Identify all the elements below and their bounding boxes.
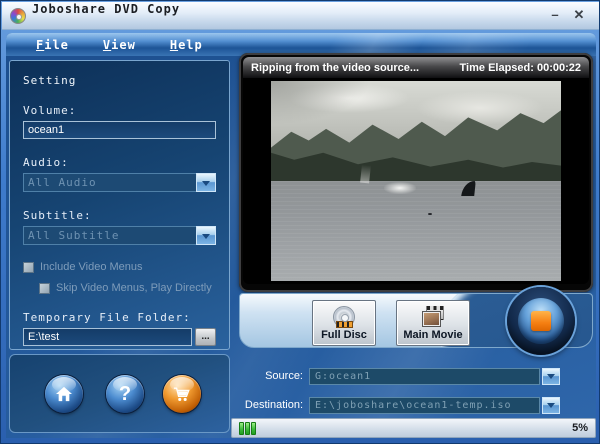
menu-file-mnemonic: F bbox=[36, 37, 45, 52]
title-bar: Joboshare DVD Copy – ✕ bbox=[2, 2, 599, 30]
volume-label: Volume: bbox=[23, 104, 77, 117]
home-button[interactable] bbox=[45, 375, 83, 413]
volume-input[interactable] bbox=[23, 121, 216, 139]
menu-item-view[interactable]: View bbox=[103, 38, 136, 52]
settings-title: Setting bbox=[23, 74, 77, 87]
whale-spout-mist bbox=[359, 164, 371, 184]
progress-block bbox=[245, 421, 250, 435]
temp-folder-input[interactable] bbox=[23, 328, 192, 346]
home-icon bbox=[56, 386, 72, 402]
buy-button[interactable] bbox=[163, 375, 201, 413]
menu-file-rest: ile bbox=[44, 37, 69, 52]
progress-indicator bbox=[239, 421, 256, 435]
skip-menus-label: Skip Video Menus, Play Directly bbox=[56, 282, 212, 294]
question-mark-icon: ? bbox=[118, 382, 132, 405]
subtitle-label: Subtitle: bbox=[23, 209, 92, 222]
include-menus-label: Include Video Menus bbox=[40, 261, 143, 273]
source-row: Source: G:ocean1 bbox=[239, 367, 593, 385]
audio-dropdown-arrow-icon[interactable] bbox=[196, 173, 216, 192]
source-dropdown-arrow-icon[interactable] bbox=[542, 367, 560, 385]
progress-percent: 5% bbox=[572, 422, 588, 434]
floating-object bbox=[427, 213, 432, 215]
menu-view-mnemonic: V bbox=[102, 37, 112, 52]
skip-menus-checkbox[interactable] bbox=[39, 282, 50, 294]
menu-help-mnemonic: H bbox=[169, 37, 179, 52]
film-strip-icon bbox=[336, 320, 353, 328]
ripping-status-text: Ripping from the video source... bbox=[251, 61, 420, 74]
audio-dropdown-value: All Audio bbox=[23, 173, 196, 192]
close-button[interactable]: ✕ bbox=[568, 5, 590, 25]
stop-button-inner bbox=[518, 298, 564, 344]
destination-row: Destination: E:\joboshare\ocean1-temp.is… bbox=[239, 396, 593, 414]
main-movie-button[interactable]: Main Movie bbox=[396, 300, 470, 346]
nav-panel: ? bbox=[9, 354, 230, 433]
help-button[interactable]: ? bbox=[106, 375, 144, 413]
include-menus-row: Include Video Menus bbox=[23, 261, 216, 273]
subtitle-dropdown[interactable]: All Subtitle bbox=[23, 226, 216, 245]
menu-item-file[interactable]: File bbox=[36, 38, 69, 52]
full-disc-button[interactable]: Full Disc bbox=[312, 300, 376, 346]
progress-block bbox=[239, 421, 244, 435]
temp-folder-row: ... bbox=[23, 328, 216, 346]
whale-splash bbox=[384, 182, 417, 194]
ocean-water bbox=[271, 181, 561, 281]
audio-dropdown[interactable]: All Audio bbox=[23, 173, 216, 192]
stop-button[interactable] bbox=[507, 287, 575, 355]
subtitle-dropdown-arrow-icon[interactable] bbox=[196, 226, 216, 245]
shopping-cart-icon bbox=[173, 387, 190, 401]
minimize-button[interactable]: – bbox=[544, 5, 566, 25]
settings-panel: Setting Volume: Audio: All Audio Subtitl… bbox=[9, 60, 230, 350]
disc-icon bbox=[333, 305, 355, 328]
include-menus-checkbox[interactable] bbox=[23, 261, 34, 273]
main-movie-label: Main Movie bbox=[403, 328, 463, 341]
progress-status-bar: 5% bbox=[231, 418, 596, 438]
time-elapsed-text: Time Elapsed: 00:00:22 bbox=[459, 61, 581, 74]
movie-frames-icon bbox=[420, 305, 446, 328]
skip-menus-row: Skip Video Menus, Play Directly bbox=[39, 282, 216, 294]
video-frame bbox=[271, 81, 561, 281]
video-preview-panel: Ripping from the video source... Time El… bbox=[239, 53, 593, 292]
full-disc-label: Full Disc bbox=[321, 328, 367, 341]
menu-view-rest: iew bbox=[111, 37, 136, 52]
app-logo-icon bbox=[10, 8, 26, 24]
progress-block bbox=[251, 421, 256, 435]
subtitle-dropdown-value: All Subtitle bbox=[23, 226, 196, 245]
source-label: Source: bbox=[265, 370, 303, 382]
source-value: G:ocean1 bbox=[309, 367, 540, 385]
browse-button[interactable]: ... bbox=[195, 328, 216, 346]
destination-dropdown-arrow-icon[interactable] bbox=[542, 396, 560, 414]
temp-folder-label: Temporary File Folder: bbox=[23, 311, 191, 324]
audio-label: Audio: bbox=[23, 156, 69, 169]
cloud-shadow bbox=[271, 81, 370, 125]
destination-value: E:\joboshare\ocean1-temp.iso bbox=[309, 396, 540, 414]
window-title: Joboshare DVD Copy bbox=[32, 2, 181, 16]
film-frame-front bbox=[422, 310, 441, 327]
destination-label: Destination: bbox=[244, 399, 303, 411]
app-window: Joboshare DVD Copy – ✕ File View Help Se… bbox=[0, 0, 600, 444]
stop-icon bbox=[531, 311, 551, 331]
menu-item-help[interactable]: Help bbox=[170, 38, 203, 52]
video-status-bar: Ripping from the video source... Time El… bbox=[243, 57, 589, 78]
menu-help-rest: elp bbox=[178, 37, 203, 52]
video-display-area bbox=[243, 78, 589, 284]
